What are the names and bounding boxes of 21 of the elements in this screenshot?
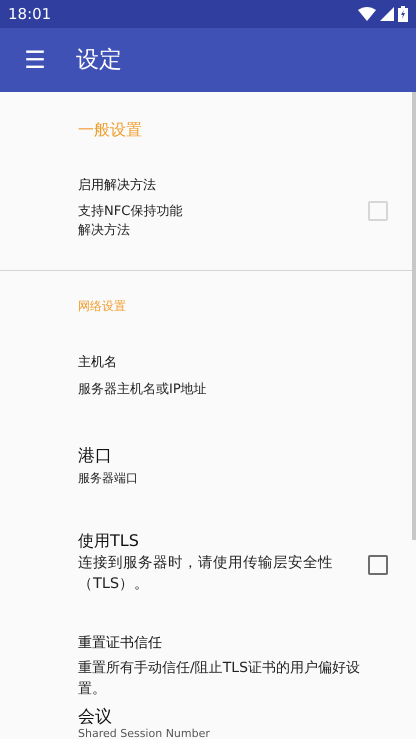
setting-title: 港口 — [78, 444, 112, 468]
checkbox[interactable] — [368, 555, 388, 575]
setting-summary: 重置所有手动信任/阻止TLS证书的用户偏好设置。 — [78, 659, 361, 699]
setting-title: 主机名 — [78, 354, 117, 372]
setting-summary: 连接到服务器时，请使用传输层安全性（TLS）。 — [78, 554, 334, 594]
setting-summary: Shared Session Number — [78, 728, 210, 739]
battery-charging-icon — [398, 6, 408, 22]
signal-icon — [380, 7, 394, 21]
category-heading: 一般设置 — [78, 119, 142, 141]
setting-title: 使用TLS — [78, 530, 139, 552]
app-title: 设定 — [76, 46, 122, 75]
category-heading: 网络设置 — [78, 298, 126, 314]
setting-title: 启用解决方法 — [78, 177, 156, 195]
wifi-icon — [358, 7, 376, 21]
setting-summary: 服务器端口 — [78, 470, 138, 487]
setting-title: 重置证书信任 — [78, 634, 162, 653]
menu-button[interactable]: ☰ — [18, 48, 52, 72]
setting-summary: 支持NFC保持功能解决方法 — [78, 202, 184, 240]
setting-title: 会议 — [78, 706, 112, 728]
status-time: 18:01 — [8, 4, 52, 25]
setting-summary: 服务器主机名或IP地址 — [78, 381, 207, 399]
